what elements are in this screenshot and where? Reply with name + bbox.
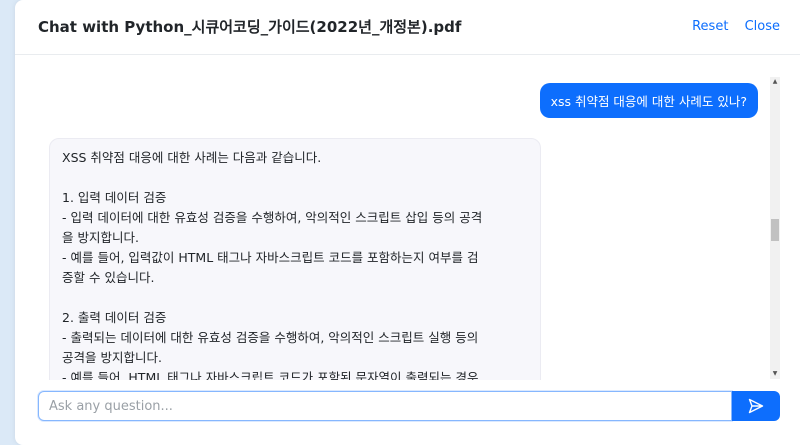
message-list[interactable]: xss 취약점 대응에 대한 사례도 있나? XSS 취약점 대응에 대한 사례…	[15, 56, 800, 380]
bot-message-line: 증할 수 있습니다.	[62, 270, 155, 285]
question-input[interactable]	[38, 391, 732, 421]
scroll-up-arrow-icon[interactable]: ▲	[771, 78, 779, 86]
bot-message-line: - 예를 들어, HTML 태그나 자바스크립트 코드가 포함된 문자열이 출력…	[62, 370, 479, 380]
reset-button[interactable]: Reset	[692, 19, 728, 34]
bot-message-line	[62, 288, 528, 308]
send-button[interactable]	[732, 391, 780, 421]
chat-title: Chat with Python_시큐어코딩_가이드(2022년_개정본).pd…	[38, 18, 462, 36]
bot-message-line: 공격을 방지합니다.	[62, 350, 162, 365]
send-icon	[748, 398, 764, 414]
header-actions: Reset Close	[680, 19, 780, 34]
bot-message-line: - 입력 데이터에 대한 유효성 검증을 수행하여, 악의적인 스크립트 삽입 …	[62, 210, 483, 225]
user-message: xss 취약점 대응에 대한 사례도 있나?	[539, 83, 758, 118]
bot-message-line: 을 방지합니다.	[62, 230, 139, 245]
bot-message-line: - 예를 들어, 입력값이 HTML 태그나 자바스크립트 코드를 포함하는지 …	[62, 250, 479, 265]
bot-message-line: 1. 입력 데이터 검증	[62, 190, 167, 205]
scroll-down-arrow-icon[interactable]: ▼	[771, 370, 779, 378]
bot-message-line: XSS 취약점 대응에 대한 사례는 다음과 같습니다.	[62, 150, 322, 165]
bot-message-line: 2. 출력 데이터 검증	[62, 310, 167, 325]
chat-window: Chat with Python_시큐어코딩_가이드(2022년_개정본).pd…	[15, 0, 800, 445]
scrollbar-thumb[interactable]	[771, 219, 779, 241]
bot-message: XSS 취약점 대응에 대한 사례는 다음과 같습니다. 1. 입력 데이터 검…	[49, 138, 541, 380]
message-scrollbar[interactable]: ▲ ▼	[770, 77, 780, 379]
chat-header: Chat with Python_시큐어코딩_가이드(2022년_개정본).pd…	[15, 0, 800, 55]
composer	[38, 391, 780, 421]
bot-message-line: - 출력되는 데이터에 대한 유효성 검증을 수행하여, 악의적인 스크립트 실…	[62, 330, 479, 345]
bot-message-line	[62, 168, 528, 188]
close-button[interactable]: Close	[745, 19, 780, 34]
